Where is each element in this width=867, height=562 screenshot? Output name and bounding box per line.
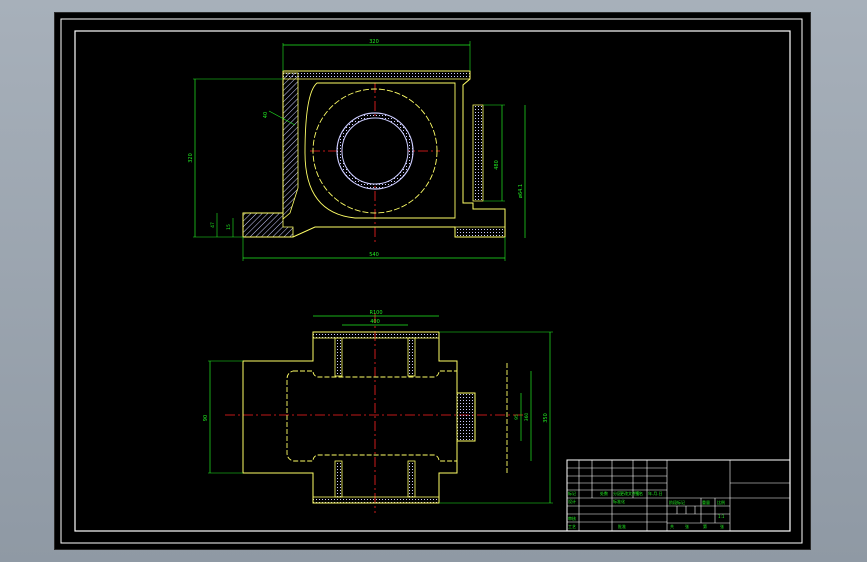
front-left-wall-hatch (282, 72, 299, 220)
dim-top-a: R100 (369, 310, 382, 316)
tb-label-design: 设计 (568, 498, 576, 504)
top-view-lower-bar (312, 496, 440, 504)
top-view-right-boss (456, 392, 476, 442)
tb-label-sign: 签名 (635, 490, 643, 496)
cad-drawing[interactable]: 320 320 40 540 47 15 480 ø64.1 R100 400 … (55, 13, 810, 549)
dim-base-width: 540 (369, 252, 379, 258)
tb-label-process: 工艺 (568, 524, 576, 529)
dim-foot-h2: 15 (226, 224, 232, 230)
top-view-upper-bar (312, 331, 440, 339)
title-block: 标记 处数 分区 更改文件号 签名 年.月.日 设计 标准化 审核 工艺 批准 … (566, 459, 791, 532)
dim-bore-tol: ø64.1 (518, 184, 524, 198)
front-top-wall (282, 70, 471, 80)
dim-right-b: 360 (524, 413, 530, 422)
top-view-lower-right-wall (407, 460, 416, 498)
tb-label-mark: 标记 (568, 490, 576, 496)
dim-right-a: 95 (514, 414, 520, 420)
tb-label-sheet-no: 第 (703, 523, 707, 529)
tb-label-sheet: 张 (720, 523, 724, 529)
tb-label-weight: 重量 (702, 499, 710, 505)
dim-total-height: 320 (188, 153, 194, 163)
tb-label-date: 年.月.日 (648, 490, 663, 496)
tb-label-review: 审核 (568, 515, 576, 521)
front-view: 320 320 40 540 47 15 480 ø64.1 (188, 39, 526, 261)
tb-label-count: 处数 (600, 490, 608, 496)
tb-label-approve: 批准 (618, 523, 626, 529)
dim-top-b: 400 (370, 319, 380, 325)
tb-label-stage: 阶段标记 (669, 499, 685, 505)
top-view-inner-outline (286, 370, 458, 462)
dim-bore: 480 (494, 160, 500, 170)
cad-viewport[interactable]: 320 320 40 540 47 15 480 ø64.1 R100 400 … (54, 12, 811, 550)
top-view-lower-left-wall (334, 460, 343, 498)
inner-frame (74, 30, 791, 532)
tb-label-total: 共 (670, 523, 674, 529)
top-view-upper-left-wall (334, 337, 343, 377)
dim-top-width: 320 (369, 39, 379, 45)
dim-left-h: 90 (203, 415, 209, 421)
top-view-upper-right-wall (407, 337, 416, 377)
tb-label-sheets: 张 (685, 523, 689, 529)
dim-foot-h: 47 (210, 222, 216, 228)
tb-label-standard: 标准化 (613, 498, 625, 504)
top-view: R100 400 90 95 360 350 (203, 310, 553, 513)
dim-wall: 40 (263, 112, 269, 118)
front-base-right (454, 226, 506, 238)
tb-label-scale: 比例 (717, 499, 725, 505)
tb-scale-value: 1:1 (718, 514, 725, 519)
outer-frame (60, 18, 803, 544)
dim-right-c: 350 (543, 413, 549, 423)
top-view-outline (242, 331, 476, 504)
front-right-boss (472, 104, 484, 202)
front-bore-inner (341, 117, 409, 185)
